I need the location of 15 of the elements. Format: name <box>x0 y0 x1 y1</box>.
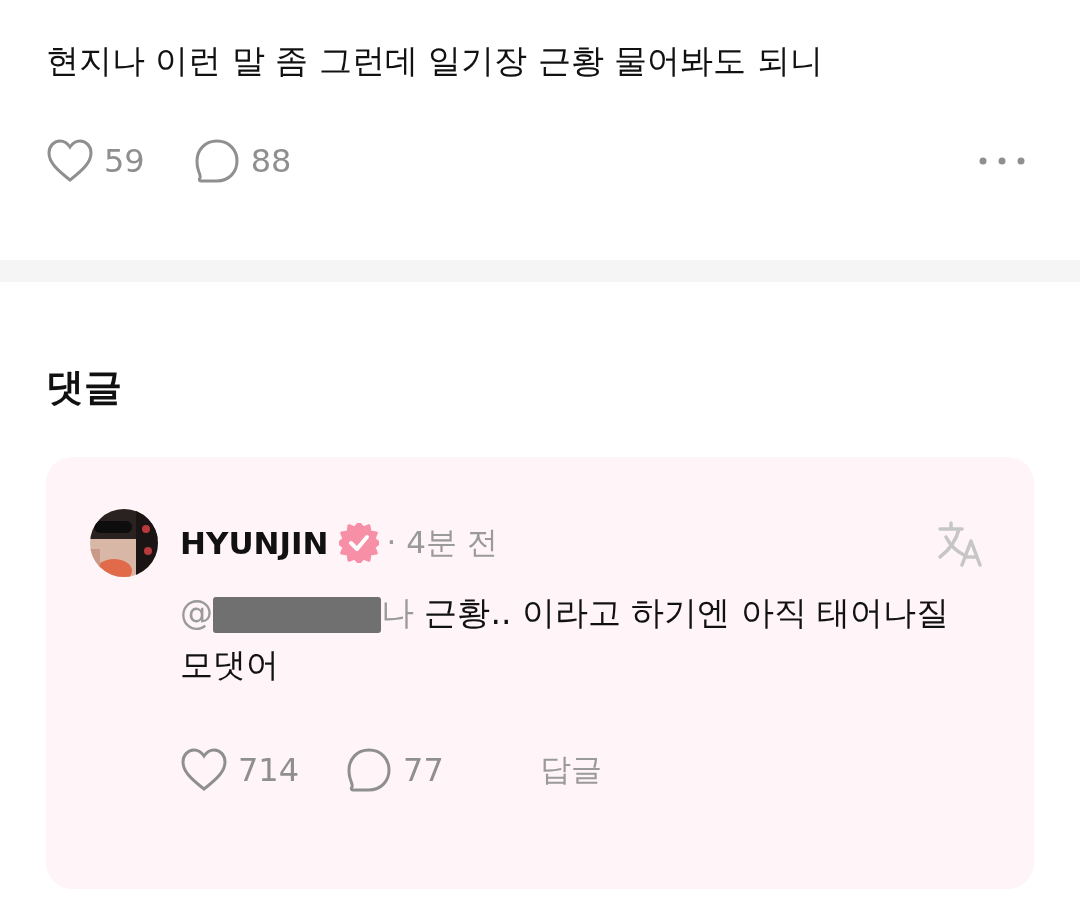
author-name[interactable]: HYUNJIN <box>180 525 329 561</box>
more-options-icon[interactable] <box>978 156 1026 166</box>
post-text: 현지나 이런 말 좀 그런데 일기장 근황 물어봐도 되니 <box>46 40 824 82</box>
heart-icon[interactable] <box>46 138 94 184</box>
reply-button[interactable]: 답글 <box>489 749 602 791</box>
timestamp: · 4분 전 <box>386 523 498 562</box>
comment-text: @ 나 근황.. 이라고 하기엔 아직 태어나질 모댓어 <box>180 592 951 686</box>
reply-count: 77 <box>403 751 444 789</box>
comment-count: 88 <box>250 142 292 180</box>
mention-link[interactable]: @ <box>180 593 213 632</box>
like-count: 714 <box>238 751 300 789</box>
heart-icon[interactable] <box>180 747 228 793</box>
mention-link[interactable]: 나 <box>381 593 414 632</box>
section-title: 댓글 <box>46 364 123 411</box>
like-count: 59 <box>104 142 145 180</box>
